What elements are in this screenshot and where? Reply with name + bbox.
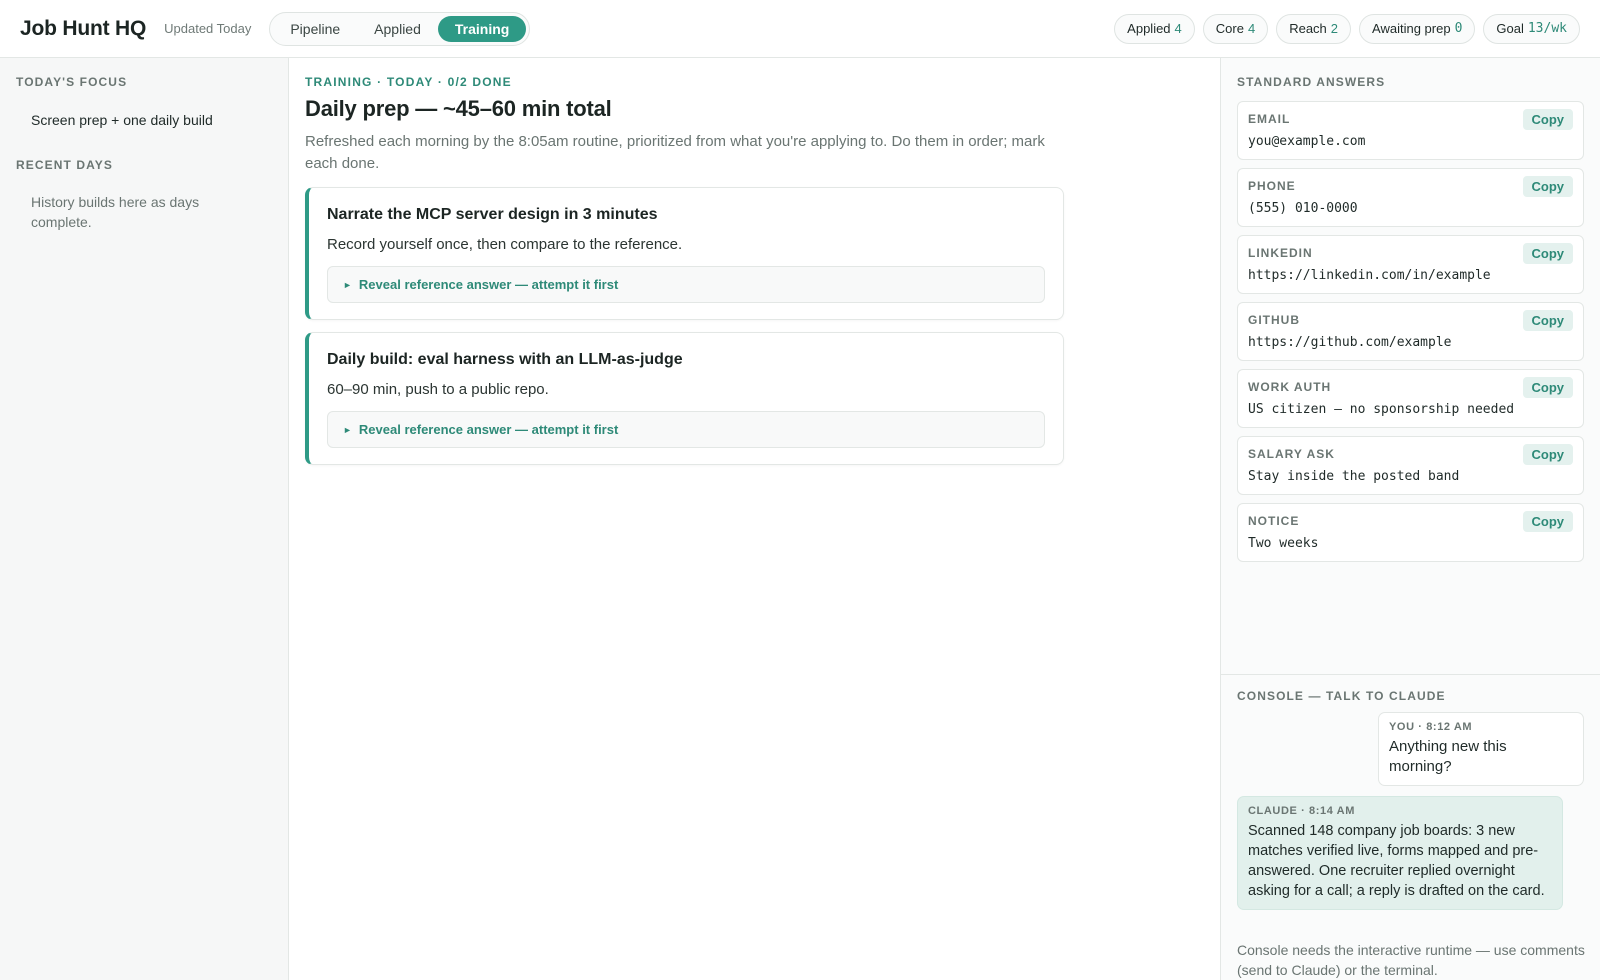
answer-value: Two weeks [1248,536,1319,551]
training-panel: TRAINING · TODAY · 0/2 DONE Daily prep —… [289,58,1220,980]
stat-value: 13/wk [1527,21,1567,36]
stat-label: Reach [1289,21,1327,36]
stat-core[interactable]: Core 4 [1202,13,1269,44]
focus-item: Screen prep + one daily build [31,112,213,128]
copy-button[interactable]: Copy [1522,377,1573,398]
message-meta: YOU · 8:12 AM [1389,721,1473,733]
stat-label: Goal [1496,21,1524,36]
stat-value: 4 [1174,21,1182,36]
stat-reach[interactable]: Reach 2 [1276,13,1352,44]
right-sidebar: STANDARD ANSWERS EMAIL you@example.com C… [1220,58,1600,980]
copy-button[interactable]: Copy [1522,511,1573,532]
answer-phone: PHONE (555) 010-0000 Copy [1237,168,1584,227]
standard-answers: STANDARD ANSWERS EMAIL you@example.com C… [1221,58,1600,562]
copy-button[interactable]: Copy [1522,109,1573,130]
stat-applied[interactable]: Applied 4 [1114,13,1195,44]
page-title: Daily prep — ~45–60 min total [305,96,612,121]
answer-value: https://github.com/example [1248,335,1452,350]
console-runtime-note: Console needs the interactive runtime — … [1237,942,1585,978]
task-description: Record yourself once, then compare to th… [327,236,683,253]
reveal-label: Reveal reference answer — attempt it fir… [358,277,619,292]
stat-label: Awaiting prep [1372,21,1451,36]
task-card: Daily build: eval harness with an LLM-as… [305,332,1064,465]
standard-answers-heading: STANDARD ANSWERS [1237,75,1386,89]
answer-value: https://linkedin.com/in/example [1248,268,1491,283]
training-eyebrow: TRAINING · TODAY · 0/2 DONE [305,75,512,89]
message-text: Anything new this morning? [1389,738,1507,775]
focus-heading: TODAY'S FOCUS [16,75,128,89]
tab-training[interactable]: Training [437,15,527,42]
stat-label: Applied [1127,21,1171,36]
console-panel: CONSOLE — TALK TO CLAUDE YOU · 8:12 AM A… [1221,674,1600,980]
caret-right-icon: ► [343,424,352,435]
answer-github: GITHUB https://github.com/example Copy [1237,302,1584,361]
reveal-answer-toggle[interactable]: ► Reveal reference answer — attempt it f… [327,411,1045,448]
caret-right-icon: ► [343,279,352,290]
answer-work-auth: WORK AUTH US citizen — no sponsorship ne… [1237,369,1584,428]
left-sidebar: TODAY'S FOCUS Screen prep + one daily bu… [0,58,289,980]
answer-value: Stay inside the posted band [1248,469,1460,484]
answer-value: US citizen — no sponsorship needed [1248,402,1515,417]
tab-applied[interactable]: Applied [357,16,438,42]
copy-button[interactable]: Copy [1522,444,1573,465]
recent-days-heading: RECENT DAYS [16,158,114,172]
answer-notice: NOTICE Two weeks Copy [1237,503,1584,562]
console-heading: CONSOLE — TALK TO CLAUDE [1237,689,1446,703]
message-text: Scanned 148 company job boards: 3 new ma… [1248,823,1545,899]
copy-button[interactable]: Copy [1522,243,1573,264]
user-message: YOU · 8:12 AM Anything new this morning? [1378,712,1584,786]
view-tabs: Pipeline Applied Training [269,11,531,46]
message-meta: CLAUDE · 8:14 AM [1248,805,1355,817]
task-description: 60–90 min, push to a public repo. [327,381,549,398]
page-subtitle: Refreshed each morning by the 8:05am rou… [305,133,1045,172]
copy-button[interactable]: Copy [1522,310,1573,331]
reveal-label: Reveal reference answer — attempt it fir… [358,422,619,437]
top-bar: Job Hunt HQ Updated Today Pipeline Appli… [0,0,1600,58]
stat-value: 2 [1330,21,1339,36]
stats-bar: Applied 4 Core 4 Reach 2 Awaiting prep 0… [1114,13,1580,44]
tab-pipeline[interactable]: Pipeline [273,16,357,42]
answer-value: (555) 010-0000 [1248,201,1358,216]
stat-label: Core [1215,21,1244,36]
app-title: Job Hunt HQ [20,16,147,40]
task-title: Daily build: eval harness with an LLM-as… [327,351,683,368]
reveal-answer-toggle[interactable]: ► Reveal reference answer — attempt it f… [327,266,1045,303]
updated-status: Updated Today [164,21,252,36]
answer-linkedin: LINKEDIN https://linkedin.com/in/example… [1237,235,1584,294]
stat-value: 4 [1247,21,1256,36]
answer-email: EMAIL you@example.com Copy [1237,101,1584,160]
copy-button[interactable]: Copy [1522,176,1573,197]
stat-awaiting-prep[interactable]: Awaiting prep 0 [1359,13,1476,44]
task-card: Narrate the MCP server design in 3 minut… [305,187,1064,320]
task-title: Narrate the MCP server design in 3 minut… [327,206,658,223]
answer-salary-ask: SALARY ASK Stay inside the posted band C… [1237,436,1584,495]
recent-days-empty: History builds here as days complete. [31,194,200,230]
answer-value: you@example.com [1248,134,1366,149]
stat-value: 0 [1454,21,1463,36]
claude-message: CLAUDE · 8:14 AM Scanned 148 company job… [1237,796,1563,910]
stat-goal[interactable]: Goal 13/wk [1483,13,1580,44]
